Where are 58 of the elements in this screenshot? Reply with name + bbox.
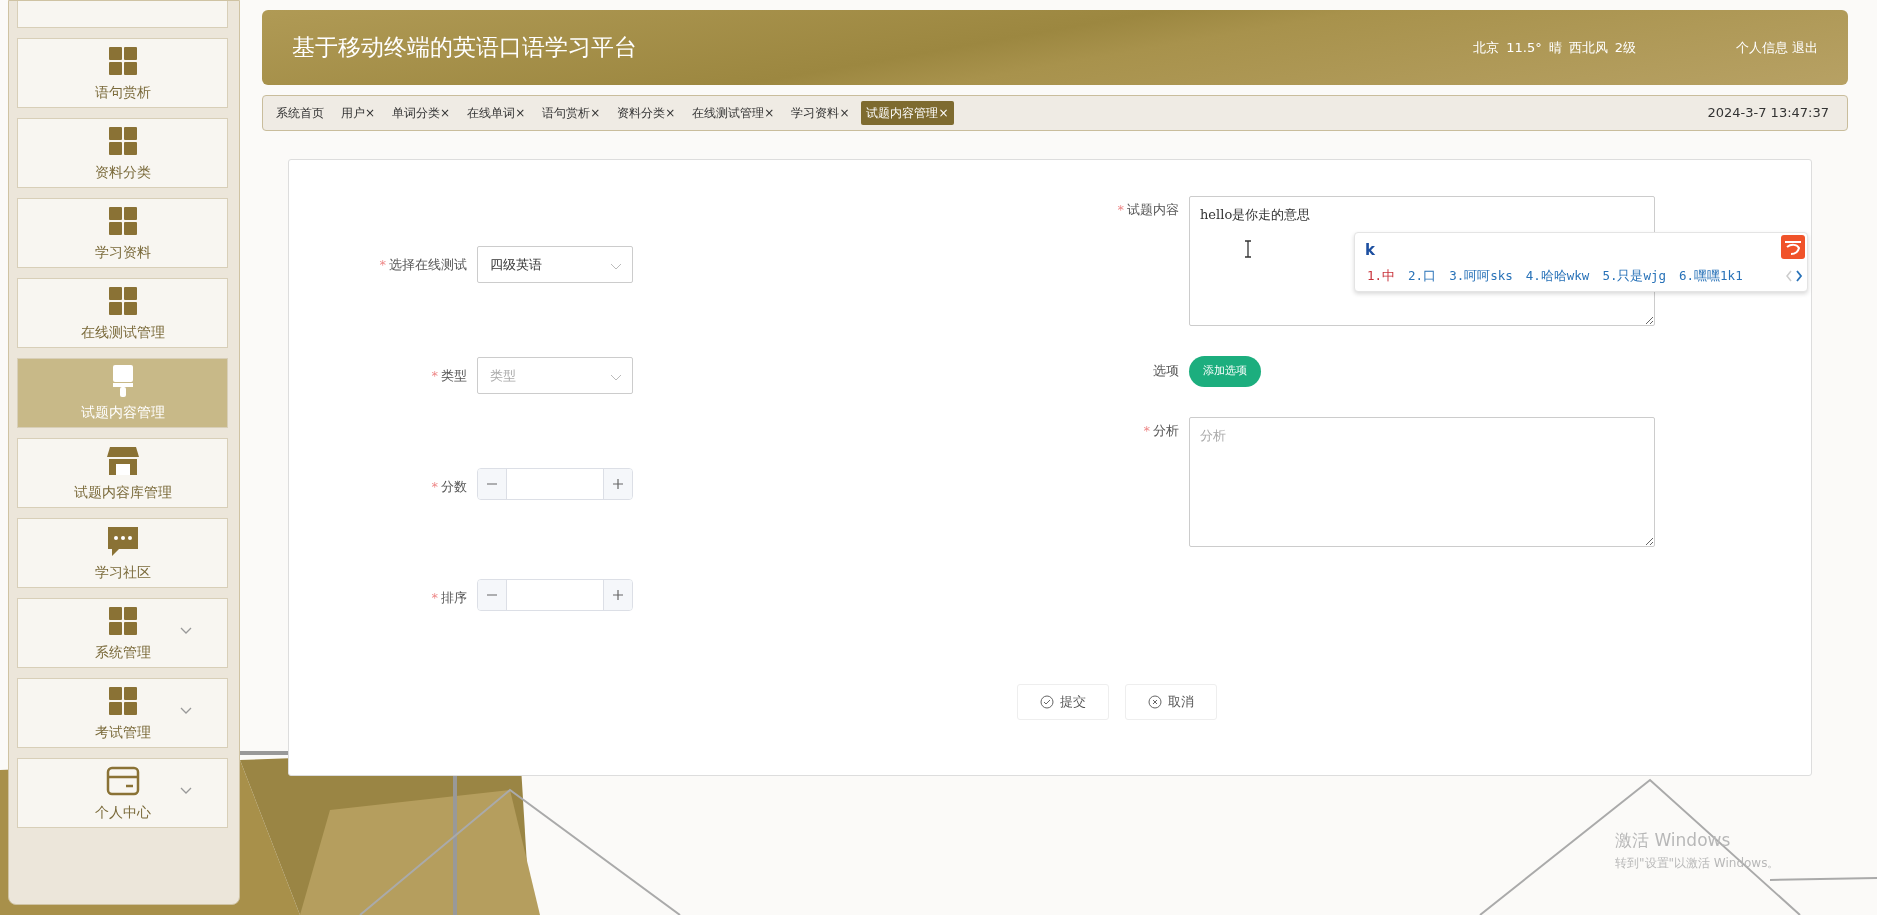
tab[interactable]: 系统首页 <box>271 101 329 125</box>
ime-candidate[interactable]: 3.呵呵sks <box>1449 267 1513 286</box>
text-area[interactable]: 分析 <box>1189 416 1655 547</box>
sidebar-item[interactable]: 在线测试管理 <box>17 278 228 348</box>
cancel-button[interactable]: 取消 <box>1125 684 1217 720</box>
increment-button[interactable] <box>604 580 632 610</box>
field-label: * 类型 <box>430 367 468 385</box>
weather-text: 西北风 <box>1568 38 1608 57</box>
weather-text: 11.5° <box>1506 38 1542 57</box>
weather-text: 北京 <box>1473 38 1500 57</box>
ime-candidate[interactable]: 6.嘿嘿1k1 <box>1679 267 1743 286</box>
ime-candidate[interactable]: 2.口 <box>1408 267 1437 286</box>
sidebar-item[interactable]: 资料分类 <box>17 118 228 188</box>
ime-candidate[interactable]: 1.中 <box>1367 267 1396 286</box>
tab[interactable]: 资料分类× <box>612 101 681 125</box>
tab[interactable]: 试题内容管理× <box>861 101 954 125</box>
sidebar-item[interactable]: 语句赏析 <box>17 38 228 108</box>
ime-logo-icon <box>1781 235 1805 259</box>
number-field[interactable] <box>477 468 633 500</box>
increment-button[interactable] <box>604 469 632 499</box>
header-link[interactable]: 个人信息 <box>1736 37 1788 58</box>
tab[interactable]: 用户× <box>336 101 381 125</box>
select-field[interactable]: 四级英语 <box>477 246 633 283</box>
datetime-text: 2024-3-7 13:47:37 <box>1707 104 1829 123</box>
sidebar-item[interactable]: 试题内容库管理 <box>17 438 228 508</box>
decrement-button[interactable] <box>478 580 506 610</box>
ime-candidate[interactable]: 5.只是wjg <box>1602 267 1667 286</box>
tab[interactable]: 学习资料× <box>786 101 855 125</box>
plus-icon <box>612 478 624 491</box>
sidebar-item[interactable]: 个人中心 <box>17 758 228 828</box>
field-label: * 分数 <box>430 478 468 496</box>
sidebar-item[interactable] <box>17 1 228 28</box>
field-label: * 试题内容 <box>1116 201 1180 219</box>
field-label: 选项 <box>1152 362 1180 381</box>
tab[interactable]: 在线测试管理× <box>687 101 780 125</box>
tab[interactable]: 在线单词× <box>462 101 531 125</box>
sidebar-item[interactable]: 学习资料 <box>17 198 228 268</box>
number-field[interactable] <box>477 579 633 611</box>
app-title: 基于移动终端的英语口语学习平台 <box>292 33 637 63</box>
weather-text: 2级 <box>1614 38 1636 57</box>
field-label: * 排序 <box>430 589 468 607</box>
tab[interactable]: 单词分类× <box>387 101 456 125</box>
ime-input-text: k <box>1365 240 1375 261</box>
x-circle-icon <box>1148 695 1162 709</box>
ime-candidate[interactable]: 4.哈哈wkw <box>1525 267 1590 286</box>
text-cursor-icon <box>1243 240 1253 258</box>
check-circle-icon <box>1040 695 1054 709</box>
submit-button[interactable]: 提交 <box>1017 684 1109 720</box>
weather-text: 晴 <box>1548 38 1562 57</box>
field-label: * 分析 <box>1142 421 1180 440</box>
sidebar-item[interactable]: 考试管理 <box>17 678 228 748</box>
tab[interactable]: 语句赏析× <box>537 101 606 125</box>
sidebar-item[interactable]: 系统管理 <box>17 598 228 668</box>
add-option-button[interactable]: 添加选项 <box>1189 356 1261 387</box>
decrement-button[interactable] <box>478 469 506 499</box>
field-label: * 选择在线测试 <box>378 256 468 274</box>
sidebar-item[interactable]: 学习社区 <box>17 518 228 588</box>
plus-icon <box>612 589 624 602</box>
